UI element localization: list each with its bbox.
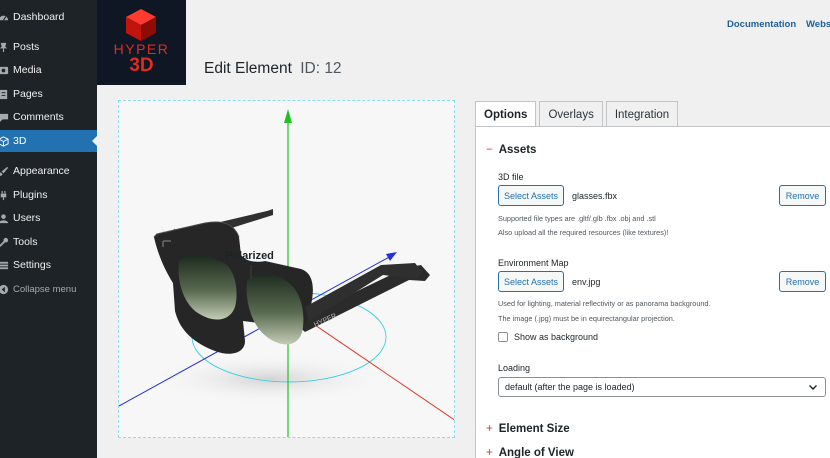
sidebar-item-label: Pages bbox=[13, 88, 43, 100]
element-size-heading: Element Size bbox=[498, 423, 570, 435]
sidebar-item-label: Tools bbox=[13, 236, 38, 248]
sidebar-item-label: Collapse menu bbox=[13, 283, 77, 295]
3d-file-help-1: Supported file types are .gltf/.glb .fbx… bbox=[498, 214, 656, 223]
options-tabs: Options Overlays Integration bbox=[475, 101, 681, 128]
3d-file-name: glasses.fbx bbox=[572, 191, 618, 201]
scene-canvas: HYPER Polarized bbox=[119, 109, 454, 437]
expand-sign: + bbox=[486, 447, 493, 458]
sidebar-item-label: 3D bbox=[13, 135, 27, 147]
assets-heading: Assets bbox=[498, 144, 537, 156]
tab-options[interactable]: Options bbox=[475, 101, 537, 128]
sidebar-item-label: Users bbox=[13, 212, 41, 224]
env-map-help-2: The image (.jpg) must be in equirectangu… bbox=[498, 314, 675, 323]
brush-icon bbox=[0, 165, 9, 177]
select-3d-file-button[interactable]: Select Assets bbox=[498, 185, 564, 206]
show-as-background-row: Show as background bbox=[498, 332, 598, 342]
loading-select[interactable]: default (after the page is loaded) bbox=[498, 377, 826, 397]
user-icon bbox=[0, 212, 9, 224]
show-as-background-checkbox[interactable] bbox=[498, 332, 508, 342]
collapse-icon bbox=[0, 283, 9, 295]
loading-select-value: default (after the page is loaded) bbox=[505, 382, 635, 392]
sunglasses-model bbox=[153, 209, 430, 354]
dashboard-icon bbox=[0, 11, 9, 23]
media-icon bbox=[0, 64, 9, 76]
sidebar-item-posts[interactable]: Posts bbox=[0, 36, 97, 58]
page-title-text: Edit Element bbox=[204, 60, 292, 77]
sidebar-item-media[interactable]: Media bbox=[0, 59, 97, 81]
env-map-file-name: env.jpg bbox=[572, 277, 601, 287]
page-title: Edit Element ID: 12 bbox=[204, 60, 342, 78]
drop-shadow bbox=[149, 353, 389, 405]
tab-integration[interactable]: Integration bbox=[605, 101, 679, 127]
sidebar-item-users[interactable]: Users bbox=[0, 207, 97, 229]
sidebar-item-plugins[interactable]: Plugins bbox=[0, 184, 97, 206]
select-env-map-button[interactable]: Select Assets bbox=[498, 271, 564, 292]
website-link[interactable]: Websi bbox=[806, 19, 830, 30]
sidebar-item-tools[interactable]: Tools bbox=[0, 231, 97, 253]
admin-sidebar: Dashboard Posts Media Pages Comments 3D … bbox=[0, 0, 97, 458]
sidebar-item-label: Comments bbox=[13, 111, 64, 123]
documentation-link[interactable]: Documentation bbox=[727, 19, 796, 30]
sidebar-item-label: Media bbox=[13, 64, 42, 76]
collapse-menu-button[interactable]: Collapse menu bbox=[0, 278, 97, 300]
angle-of-view-section-toggle[interactable]: + Angle of View bbox=[486, 447, 574, 458]
3d-file-label: 3D file bbox=[498, 172, 524, 182]
sidebar-item-comments[interactable]: Comments bbox=[0, 106, 97, 128]
env-map-label: Environment Map bbox=[498, 258, 569, 268]
remove-env-map-button[interactable]: Remove bbox=[779, 271, 826, 292]
chevron-down-icon bbox=[809, 385, 817, 390]
sidebar-item-label: Dashboard bbox=[13, 11, 65, 23]
sidebar-item-label: Appearance bbox=[13, 165, 70, 177]
cube-icon bbox=[0, 135, 9, 147]
sidebar-item-label: Settings bbox=[13, 259, 51, 271]
comment-icon bbox=[0, 111, 9, 123]
expand-sign: + bbox=[486, 423, 493, 435]
sidebar-item-appearance[interactable]: Appearance bbox=[0, 160, 97, 182]
z-axis-arrow bbox=[386, 252, 397, 261]
element-id: ID: 12 bbox=[300, 60, 342, 77]
sidebar-item-dashboard[interactable]: Dashboard bbox=[0, 6, 97, 28]
pin-icon bbox=[0, 41, 9, 53]
hyper3d-logo: HYPER 3D bbox=[97, 0, 186, 85]
y-axis-arrow bbox=[284, 109, 292, 123]
logo-text-3d: 3D bbox=[129, 55, 154, 76]
show-as-background-label: Show as background bbox=[514, 332, 599, 342]
element-size-section-toggle[interactable]: + Element Size bbox=[486, 423, 570, 435]
tab-overlays[interactable]: Overlays bbox=[539, 101, 603, 127]
annotation-polarized: Polarized bbox=[225, 250, 274, 262]
wrench-icon bbox=[0, 236, 9, 248]
settings-icon bbox=[0, 259, 9, 271]
sidebar-item-3d[interactable]: 3D bbox=[0, 130, 97, 152]
remove-3d-file-button[interactable]: Remove bbox=[779, 185, 826, 206]
3d-file-help-2: Also upload all the required resources (… bbox=[498, 228, 669, 237]
sidebar-item-pages[interactable]: Pages bbox=[0, 83, 97, 105]
loading-label: Loading bbox=[498, 363, 531, 373]
logo-cube-icon bbox=[126, 9, 156, 41]
env-map-help-1: Used for lighting, material reflectivity… bbox=[498, 299, 711, 308]
options-panel: − Assets 3D file Select Assets glasses.fb… bbox=[475, 126, 830, 458]
plug-icon bbox=[0, 189, 9, 201]
collapse-sign: − bbox=[486, 144, 493, 156]
sidebar-item-label: Posts bbox=[13, 41, 40, 53]
sidebar-item-settings[interactable]: Settings bbox=[0, 254, 97, 276]
3d-viewer[interactable]: HYPER Polarized bbox=[118, 100, 455, 438]
assets-section-toggle[interactable]: − Assets bbox=[486, 144, 536, 156]
page-icon bbox=[0, 88, 9, 100]
angle-of-view-heading: Angle of View bbox=[498, 447, 574, 458]
sidebar-item-label: Plugins bbox=[13, 189, 48, 201]
